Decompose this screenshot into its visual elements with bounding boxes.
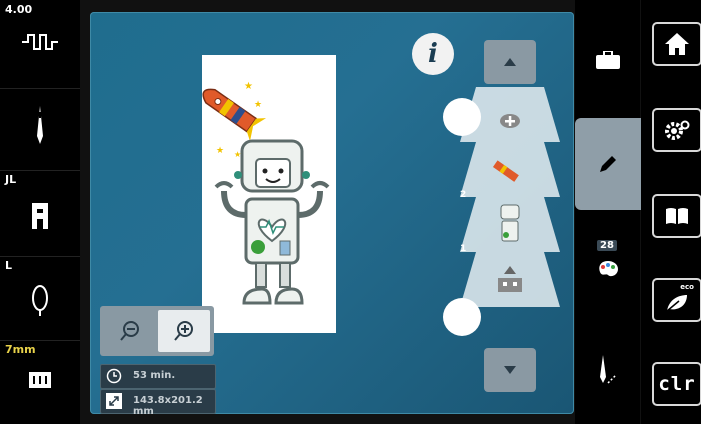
scroll-up-button[interactable] bbox=[484, 40, 536, 84]
eco-label: eco bbox=[680, 283, 694, 291]
stitch-plate-cell[interactable]: L bbox=[0, 256, 80, 341]
zoom-in-icon bbox=[174, 321, 193, 341]
guide-button[interactable] bbox=[652, 194, 701, 238]
status-panel: 4.00 JL L 7mm bbox=[0, 0, 80, 424]
tool-column: 28 bbox=[575, 0, 640, 424]
stitch-plate-label: L bbox=[5, 259, 13, 272]
stitch-width-value: 4.00 bbox=[5, 3, 33, 16]
layer-1-number: 1 bbox=[460, 244, 467, 254]
settings-button[interactable] bbox=[652, 108, 701, 152]
edit-tab[interactable] bbox=[575, 118, 641, 210]
svg-text:★: ★ bbox=[244, 81, 253, 92]
svg-text:★: ★ bbox=[254, 100, 262, 110]
embroidery-hoop-preview[interactable]: ★ ★ ★ ★ bbox=[202, 55, 336, 333]
stitch-pattern-icon bbox=[18, 24, 62, 60]
rocket-thumbnail-icon bbox=[492, 160, 519, 182]
info-button[interactable]: i bbox=[412, 33, 454, 75]
resize-icon bbox=[106, 393, 122, 409]
stitch-time-display: 53 min. bbox=[100, 364, 216, 389]
hoop-layer-item[interactable] bbox=[460, 252, 560, 307]
color-count-badge: 28 bbox=[597, 240, 617, 251]
home-icon bbox=[665, 33, 689, 55]
pencil-icon bbox=[600, 156, 616, 172]
clock-icon bbox=[106, 368, 122, 384]
layer-2-item[interactable] bbox=[460, 142, 560, 197]
stitch-time-value: 53 min. bbox=[133, 370, 176, 381]
layer-drag-handle-top[interactable] bbox=[443, 98, 481, 136]
hoop-layer-icon bbox=[498, 266, 522, 292]
book-icon bbox=[666, 208, 688, 224]
stitch-plate-icon bbox=[18, 282, 62, 318]
layer-1-item[interactable] bbox=[460, 197, 560, 252]
leaf-icon bbox=[666, 295, 687, 312]
feed-dog-cell[interactable]: 7mm bbox=[0, 340, 80, 424]
feed-dog-icon bbox=[18, 362, 62, 398]
presser-foot-label: JL bbox=[5, 173, 17, 186]
needle-size-label: 7mm bbox=[5, 343, 36, 356]
system-column: eco clr bbox=[641, 0, 701, 424]
home-button[interactable] bbox=[652, 22, 701, 66]
scroll-down-button[interactable] bbox=[484, 348, 536, 392]
eco-button[interactable]: eco bbox=[652, 278, 701, 322]
design-size-display: 143.8x201.2 mm bbox=[100, 389, 216, 417]
folder-button[interactable] bbox=[575, 40, 640, 80]
clear-label: clr bbox=[658, 373, 696, 395]
needle-cell[interactable] bbox=[0, 88, 80, 171]
gears-icon bbox=[665, 120, 690, 140]
robot-thumbnail-icon bbox=[500, 204, 520, 242]
color-palette-button[interactable]: 28 bbox=[575, 240, 640, 280]
svg-text:★: ★ bbox=[216, 146, 224, 156]
needle-stitch-icon bbox=[599, 355, 617, 384]
layer-drag-handle-bottom[interactable] bbox=[443, 298, 481, 336]
stitch-width-cell[interactable]: 4.00 bbox=[0, 0, 80, 89]
layer-2-number: 2 bbox=[460, 190, 467, 200]
palette-icon bbox=[598, 261, 618, 277]
zoom-out-button[interactable] bbox=[104, 310, 156, 352]
arrow-up-icon bbox=[504, 58, 516, 66]
zoom-panel bbox=[100, 306, 214, 356]
needle-icon bbox=[18, 106, 62, 144]
stitch-mode-button[interactable] bbox=[575, 350, 640, 394]
zoom-in-button[interactable] bbox=[158, 310, 210, 352]
zoom-out-icon bbox=[120, 321, 139, 341]
briefcase-icon bbox=[595, 51, 620, 69]
svg-text:★: ★ bbox=[234, 150, 241, 159]
robot-design-icon: ★★★ ★ bbox=[202, 81, 330, 305]
presser-foot-icon bbox=[18, 198, 62, 234]
clear-button[interactable]: clr bbox=[652, 362, 701, 406]
presser-foot-cell[interactable]: JL bbox=[0, 170, 80, 257]
design-size-value: 143.8x201.2 mm bbox=[133, 395, 203, 417]
arrow-down-icon bbox=[504, 366, 516, 374]
embroidery-workspace: ★ ★ ★ ★ i 2 1 53 min. 143.8x201.2 mm bbox=[90, 12, 574, 417]
